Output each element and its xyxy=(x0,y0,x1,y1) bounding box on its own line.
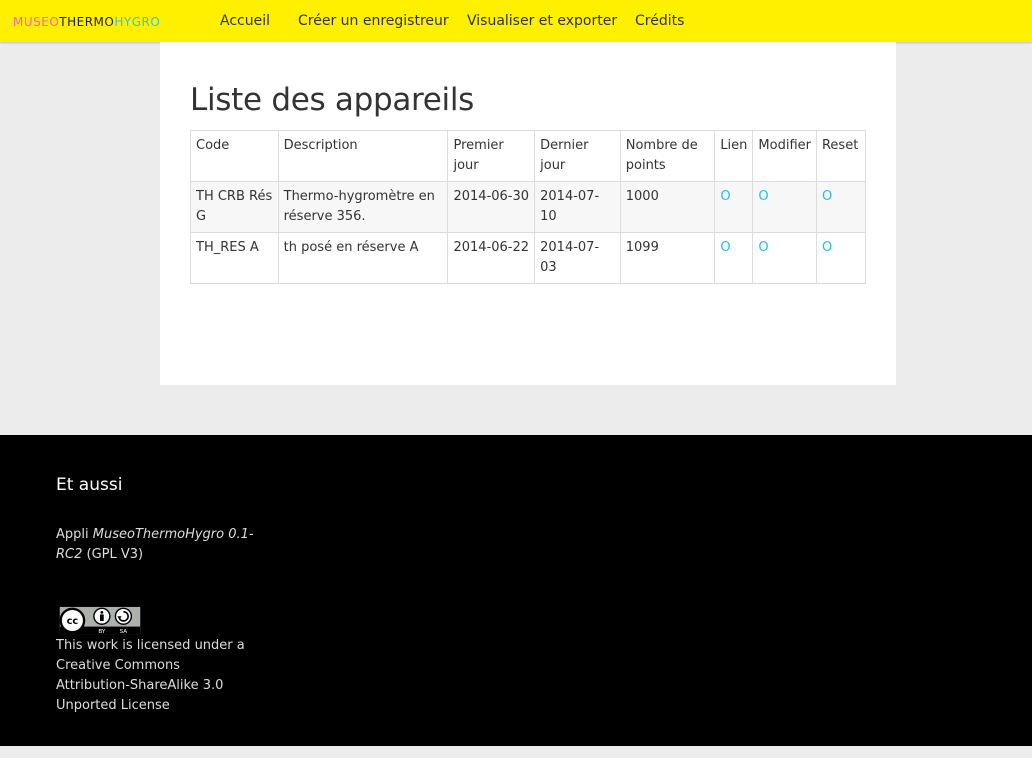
reset-action[interactable]: O xyxy=(822,189,832,204)
cell-description: th posé en réserve A xyxy=(277,232,449,284)
brand-part-hygro: HYGRO xyxy=(114,15,161,29)
footer: Et aussi Appli MuseoThermoHygro 0.1-RC2 … xyxy=(0,435,1032,746)
cell-link: O xyxy=(714,181,754,233)
table-row: TH CRB Rés G Thermo-hygromètre en réserv… xyxy=(190,181,867,233)
main-content-card: Liste des appareils Code Description Pre… xyxy=(160,42,896,385)
brand-part-thermo: THERMO xyxy=(59,15,115,29)
table-row: TH_RES A th posé en réserve A 2014-06-22… xyxy=(190,232,867,284)
license-text[interactable]: This work is licensed under a Creative C… xyxy=(56,636,256,716)
column-header-nombre-points: Nombre de points xyxy=(619,130,716,182)
cell-points: 1099 xyxy=(619,232,716,284)
cell-edit: O xyxy=(752,232,817,284)
cell-description: Thermo-hygromètre en réserve 356. xyxy=(277,181,449,233)
column-header-code: Code xyxy=(190,130,279,182)
app-info: Appli MuseoThermoHygro 0.1-RC2 (GPL V3) xyxy=(56,525,256,565)
page-title: Liste des appareils xyxy=(190,82,475,118)
column-header-description: Description xyxy=(277,130,449,182)
nav-item-visualiser-exporter[interactable]: Visualiser et exporter xyxy=(467,13,617,29)
table-header-row: Code Description Premier jour Dernier jo… xyxy=(190,130,867,182)
column-header-lien: Lien xyxy=(714,130,754,182)
column-header-dernier-jour: Dernier jour xyxy=(534,130,621,182)
cell-first-day: 2014-06-22 xyxy=(447,232,536,284)
cc-by-sa-badge-icon[interactable]: cc BY SA xyxy=(56,606,144,635)
page-bottom-strip xyxy=(0,746,1032,758)
cc-sa-label: SA xyxy=(120,629,128,635)
edit-action[interactable]: O xyxy=(758,240,768,255)
cell-edit: O xyxy=(752,181,817,233)
brand-part-museo: MUSEO xyxy=(13,15,60,29)
reset-action[interactable]: O xyxy=(822,240,832,255)
cell-code: TH CRB Rés G xyxy=(190,181,279,233)
column-header-modifier: Modifier xyxy=(752,130,817,182)
cc-by-label: BY xyxy=(98,629,106,635)
cell-points: 1000 xyxy=(619,181,716,233)
cell-first-day: 2014-06-30 xyxy=(447,181,536,233)
svg-text:cc: cc xyxy=(67,616,79,627)
top-navbar: MUSEOTHERMOHYGRO Accueil Créer un enregi… xyxy=(0,0,1032,42)
cell-code: TH_RES A xyxy=(190,232,279,284)
cell-link: O xyxy=(714,232,754,284)
edit-action[interactable]: O xyxy=(758,189,768,204)
nav-item-creer-enregistreur[interactable]: Créer un enregistreur xyxy=(298,13,449,29)
column-header-premier-jour: Premier jour xyxy=(447,130,536,182)
app-prefix: Appli xyxy=(56,527,93,542)
column-header-reset: Reset xyxy=(815,130,867,182)
nav-item-credits[interactable]: Crédits xyxy=(635,13,684,29)
devices-table: Code Description Premier jour Dernier jo… xyxy=(190,130,867,284)
link-action[interactable]: O xyxy=(720,240,730,255)
cell-last-day: 2014-07-03 xyxy=(534,232,621,284)
link-action[interactable]: O xyxy=(720,189,730,204)
app-license-suffix: (GPL V3) xyxy=(82,547,144,562)
cell-reset: O xyxy=(815,232,867,284)
cell-reset: O xyxy=(815,181,867,233)
footer-title: Et aussi xyxy=(56,475,123,495)
brand-logo[interactable]: MUSEOTHERMOHYGRO xyxy=(13,15,160,29)
nav-item-accueil[interactable]: Accueil xyxy=(220,13,270,29)
cell-last-day: 2014-07-10 xyxy=(534,181,621,233)
